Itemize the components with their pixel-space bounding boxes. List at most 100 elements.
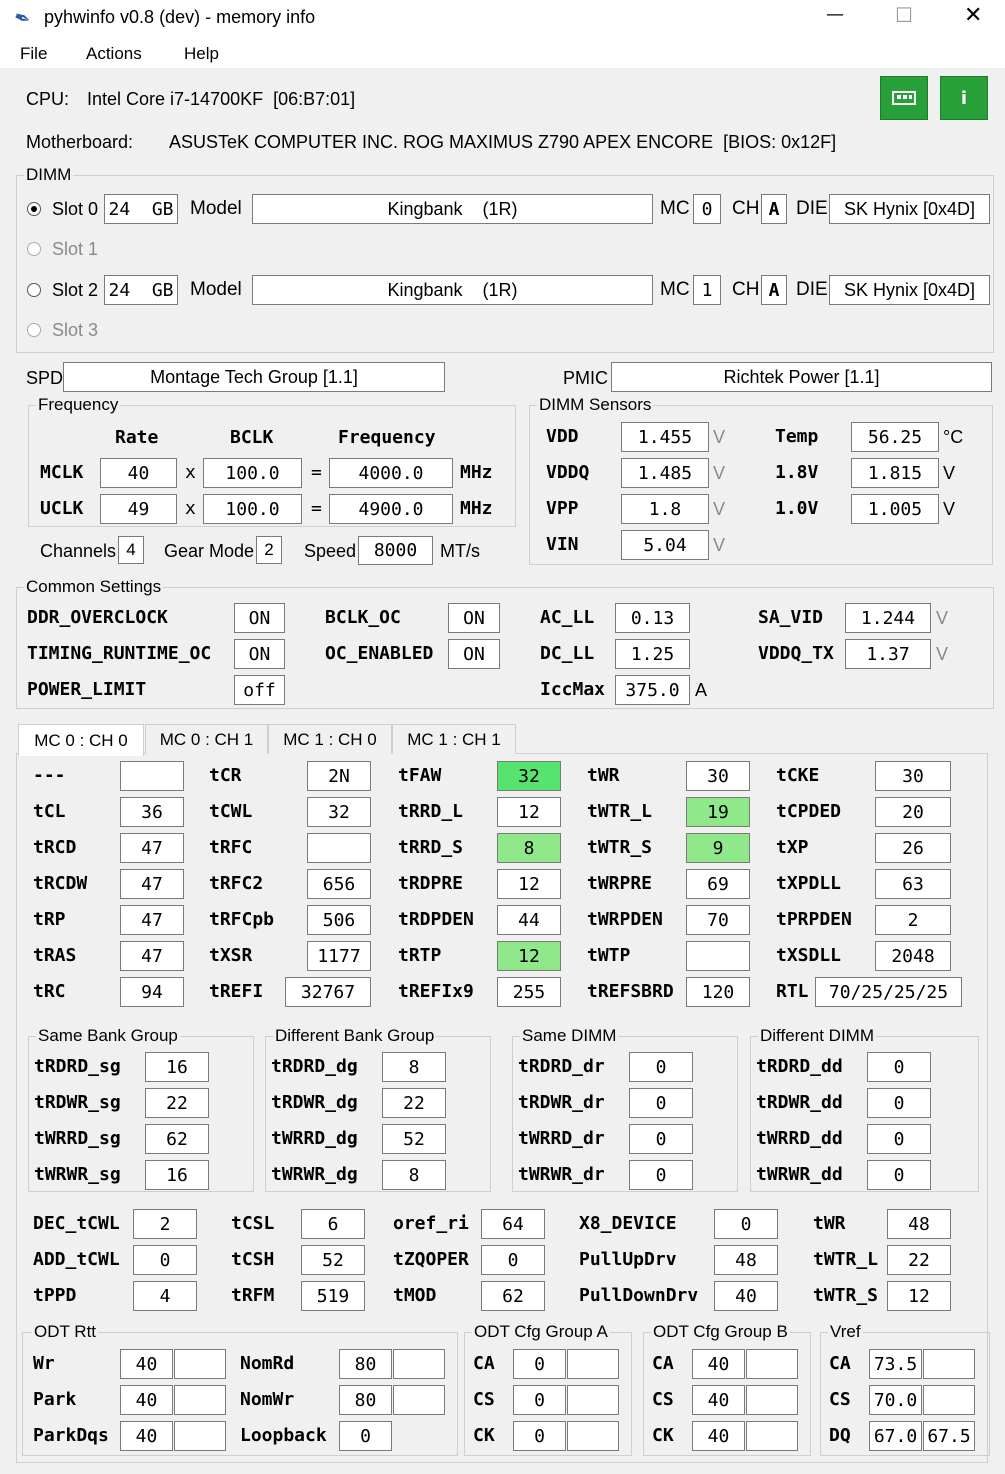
maximize-button[interactable]: ☐: [895, 3, 913, 27]
sensor-value: 1.485: [621, 458, 709, 488]
memory-button[interactable]: [880, 76, 928, 120]
tab-4[interactable]: MC 1 : CH 1: [392, 724, 516, 754]
common-label: TIMING_RUNTIME_OC: [27, 643, 212, 664]
dimm-sensors-title: DIMM Sensors: [537, 395, 654, 415]
bank-timing-label: tRDRD_dr: [518, 1056, 605, 1077]
slot-label[interactable]: Slot 2: [52, 279, 98, 301]
timing-label: tRP: [33, 909, 66, 930]
common-value: 1.25: [615, 639, 690, 669]
timing-label: tWTP: [587, 945, 631, 966]
tab-1[interactable]: MC 0 : CH 0: [18, 724, 144, 756]
odt-label: Wr: [33, 1353, 55, 1374]
bank-group-title: Different DIMM: [758, 1026, 876, 1046]
info-button[interactable]: i: [940, 76, 988, 120]
motherboard-label: Motherboard:: [26, 132, 134, 152]
misc-label: PullUpDrv: [579, 1249, 677, 1270]
bank-timing-value: 0: [867, 1160, 931, 1190]
bank-group-title: Same Bank Group: [36, 1026, 180, 1046]
tab-3[interactable]: MC 1 : CH 0: [268, 724, 392, 754]
slot-label: Slot 1: [52, 239, 99, 259]
freq-row-name: UCLK: [40, 498, 84, 519]
timing-value: 20: [875, 797, 951, 827]
cpu-label: CPU:: [26, 89, 70, 109]
slot-size: 24 GB: [104, 194, 178, 224]
common-value: 1.37: [845, 639, 931, 669]
vref-value2: [923, 1385, 975, 1415]
odt-value: 0: [339, 1421, 392, 1451]
sensor-label: 1.8V: [775, 462, 819, 483]
common-label: AC_LL: [540, 607, 595, 628]
bank-timing-label: tRDWR_dg: [271, 1092, 358, 1113]
common-value: 0.13: [615, 603, 690, 633]
bank-timing-label: tWRWR_dd: [756, 1164, 843, 1185]
misc-label: DEC_tCWL: [33, 1213, 120, 1234]
odt-value2: [174, 1349, 226, 1379]
freq-header-bclk: BCLK: [230, 427, 274, 448]
timing-label: tXP: [776, 837, 809, 858]
timing-label: tCWL: [209, 801, 253, 822]
timing-label: tREFIx9: [398, 981, 474, 1002]
odt_b-value2: [746, 1349, 798, 1379]
close-button[interactable]: ✕: [964, 3, 982, 28]
pmic-label: PMIC: [563, 368, 608, 388]
timing-label: tWTR_S: [587, 837, 653, 858]
bank-timing-value: 0: [629, 1052, 693, 1082]
bank-timing-label: tWRRD_sg: [34, 1128, 121, 1149]
common-label: POWER_LIMIT: [27, 679, 147, 700]
odt-label: NomRd: [240, 1353, 295, 1374]
timing-value: 32: [497, 761, 561, 791]
freq-bclk: 100.0: [203, 494, 302, 524]
slot-label[interactable]: Slot 0: [52, 198, 98, 220]
timing-value: 32767: [285, 977, 371, 1007]
minimize-button[interactable]: —: [826, 4, 844, 25]
misc-value: 62: [481, 1281, 545, 1311]
model-label: Model: [190, 279, 242, 300]
tab-2[interactable]: MC 0 : CH 1: [145, 724, 268, 754]
timing-label: tRTP: [398, 945, 442, 966]
slot-radio[interactable]: [27, 202, 41, 216]
odt_a-label: CA: [473, 1353, 495, 1374]
slot-radio[interactable]: [27, 283, 41, 297]
misc-label: ADD_tCWL: [33, 1249, 120, 1270]
timing-value: 69: [686, 869, 750, 899]
misc-value: 519: [301, 1281, 365, 1311]
timing-label: tRRD_L: [398, 801, 464, 822]
bank-timing-value: 52: [382, 1124, 446, 1154]
timing-label: tRCD: [33, 837, 77, 858]
common-value: 375.0: [615, 675, 690, 705]
odt-value2: [393, 1385, 445, 1415]
timing-value: 63: [875, 869, 951, 899]
sensor-label: 1.0V: [775, 498, 819, 519]
vref-value: 73.5: [869, 1349, 922, 1379]
common-value: 1.244: [845, 603, 931, 633]
timing-value: 70: [686, 905, 750, 935]
sensor-unit: V: [713, 427, 726, 447]
timing-value: [120, 761, 184, 791]
vref-title: Vref: [828, 1322, 863, 1342]
misc-label: oref_ri: [393, 1213, 469, 1234]
menu-actions[interactable]: Actions: [86, 44, 142, 64]
sensor-label: VPP: [546, 498, 579, 519]
freq-value: 4000.0: [329, 458, 453, 488]
odt-label: NomWr: [240, 1389, 295, 1410]
spd-value: Montage Tech Group [1.1]: [63, 362, 445, 392]
odt_a-value: 0: [513, 1349, 566, 1379]
bank-timing-label: tRDWR_dd: [756, 1092, 843, 1113]
timing-value: 26: [875, 833, 951, 863]
common-label: IccMax: [540, 679, 606, 700]
ch-label: CH: [732, 279, 760, 300]
timing-label: tWRPRE: [587, 873, 653, 894]
odt-value: 40: [120, 1421, 173, 1451]
odt_a-label: CK: [473, 1425, 495, 1446]
bank-timing-label: tWRRD_dd: [756, 1128, 843, 1149]
odt_a-value: 0: [513, 1385, 566, 1415]
odt_a-value2: [567, 1385, 619, 1415]
feather-icon: ✒: [10, 3, 35, 33]
menu-file[interactable]: File: [20, 44, 47, 64]
bank-timing-label: tRDWR_dr: [518, 1092, 605, 1113]
common-value: ON: [234, 639, 285, 669]
menu-help[interactable]: Help: [184, 44, 219, 64]
freq-value: 4900.0: [329, 494, 453, 524]
misc-value: 4: [133, 1281, 197, 1311]
sensor-value: 56.25: [851, 422, 939, 452]
